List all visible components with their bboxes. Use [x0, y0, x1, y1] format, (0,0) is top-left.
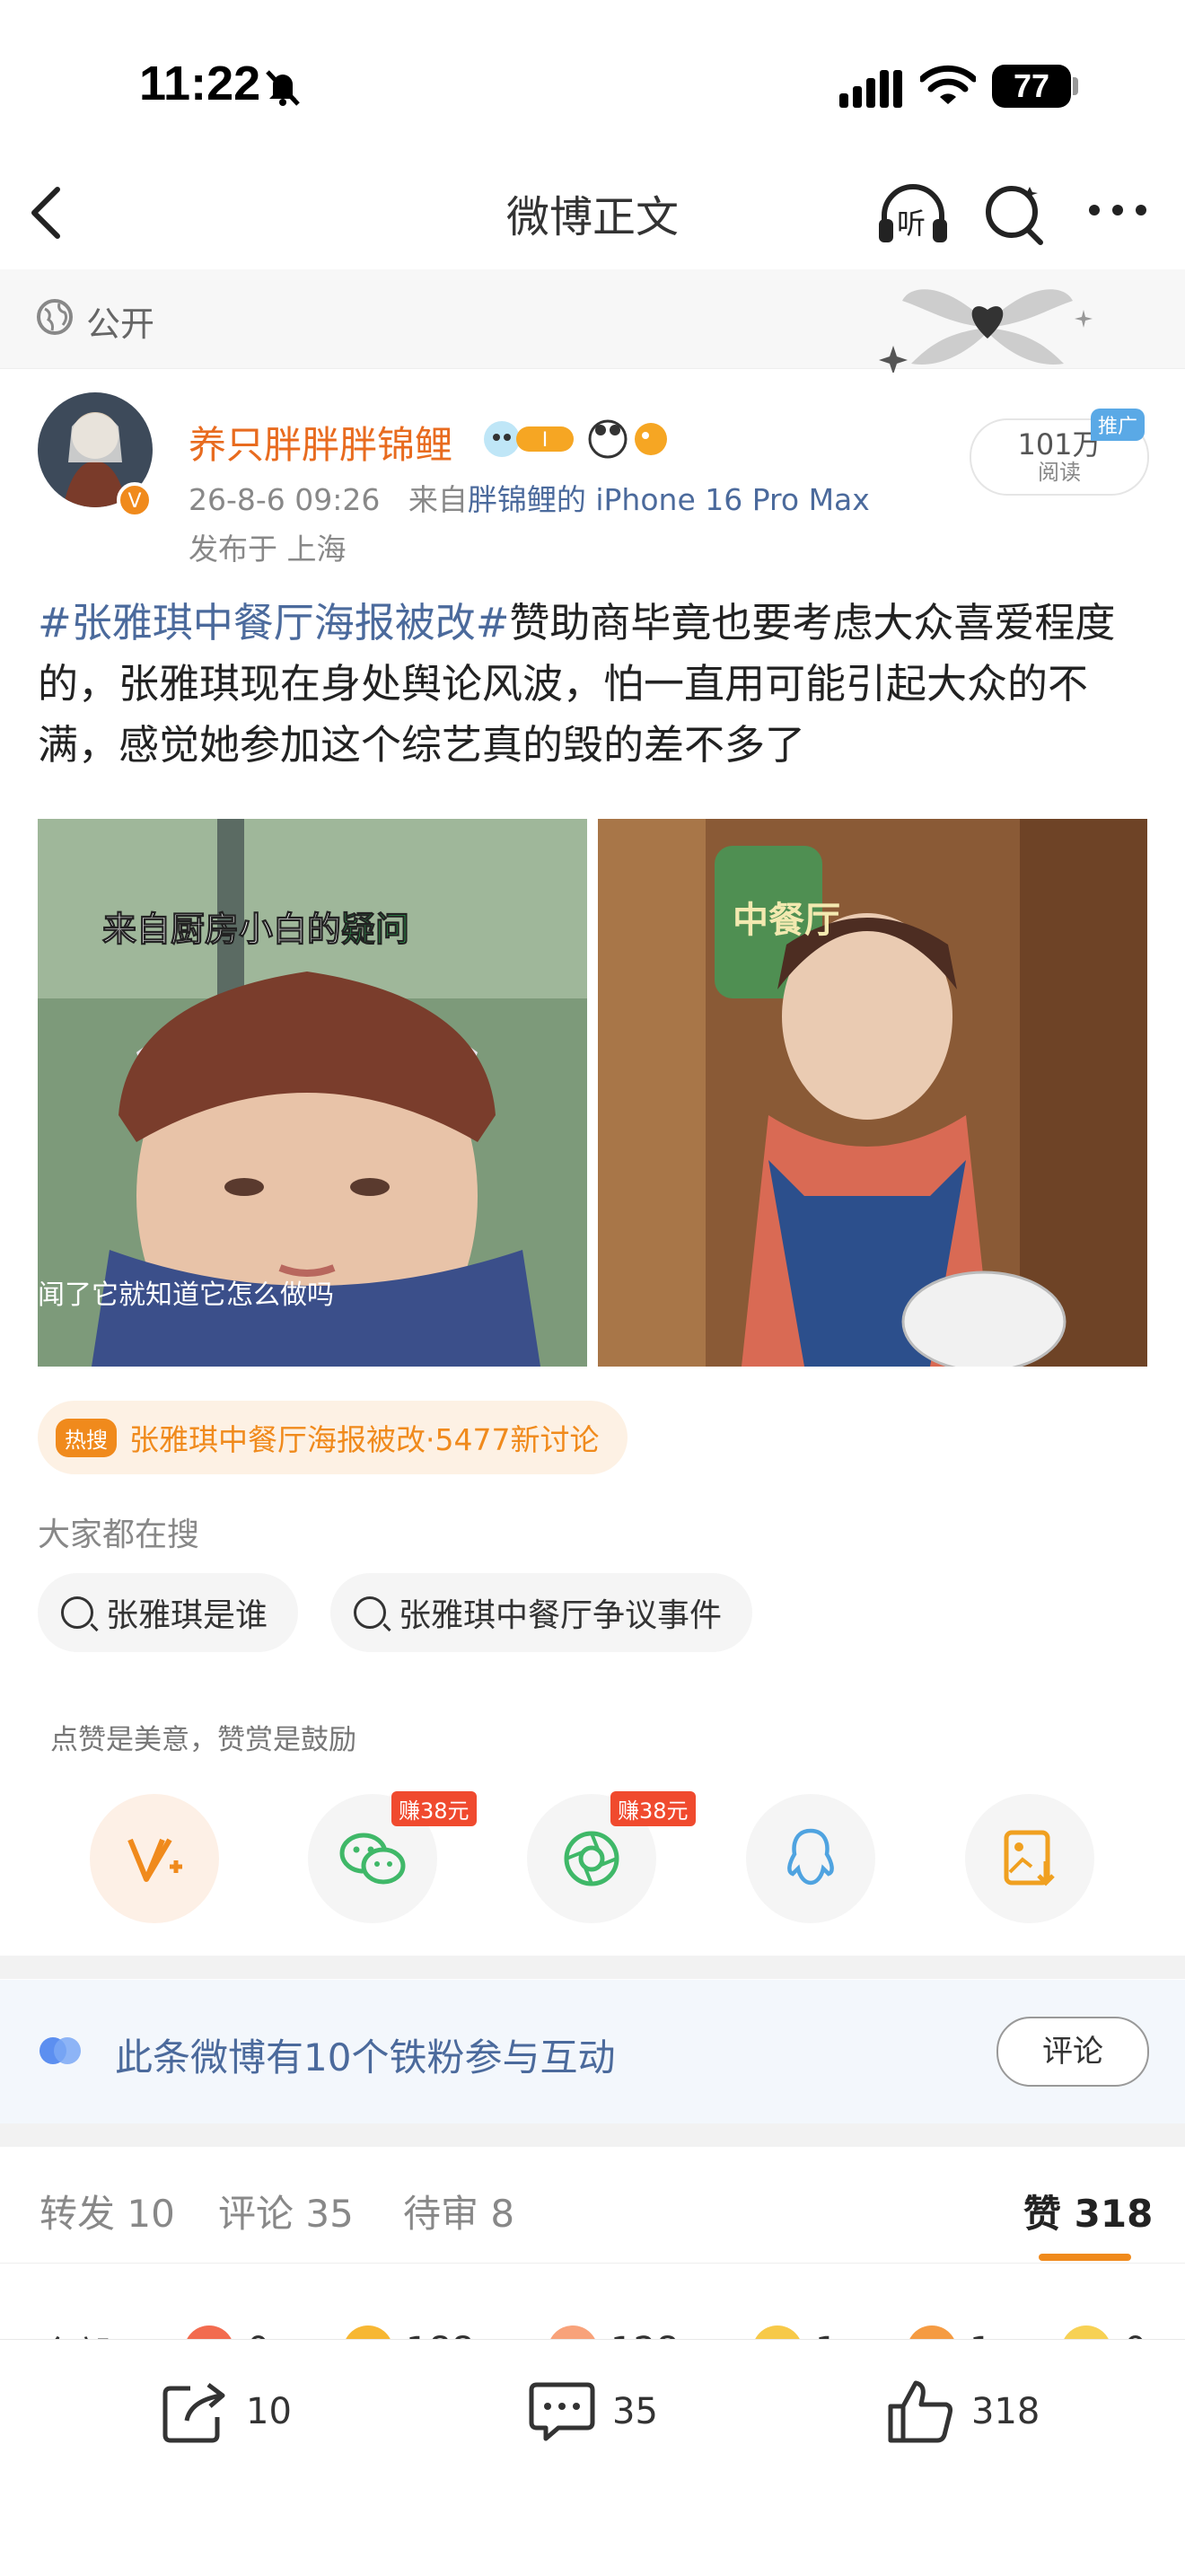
search-icon: [354, 1596, 386, 1629]
image-1-caption: 来自厨房小白的疑问: [101, 901, 410, 951]
save-image-button[interactable]: [965, 1794, 1094, 1923]
post-body: #张雅琪中餐厅海报被改#赞助商毕竟也要考虑大众喜爱程度的，张雅琪现在身处舆论风波…: [38, 593, 1151, 776]
reward-v-plus-icon: [127, 1838, 182, 1882]
wifi-icon: [920, 65, 976, 104]
tab-count: 318: [1074, 2192, 1154, 2236]
post-meta: 26-8-6 09:26 来自胖锦鲤的 iPhone 16 Pro Max: [189, 476, 870, 519]
fans-comment-button[interactable]: 评论: [996, 2017, 1149, 2087]
bell-muted-icon: [266, 70, 300, 106]
fans-icon: [40, 2037, 81, 2064]
search-icon: [61, 1596, 93, 1629]
status-time: 11:22: [139, 57, 261, 110]
tab-count: 10: [127, 2192, 175, 2236]
section-divider: [0, 1956, 1185, 1979]
svg-text:V: V: [127, 490, 141, 513]
promo-badge: 推广: [1091, 409, 1146, 441]
decorative-butterfly-icon: [879, 289, 1093, 373]
section-divider: [0, 2123, 1185, 2147]
post-device[interactable]: 胖锦鲤的 iPhone 16 Pro Max: [468, 482, 870, 517]
tab-count: 8: [490, 2192, 515, 2236]
hot-search-topic: 张雅琪中餐厅海报被改: [129, 1422, 426, 1457]
search-chip-label: 张雅琪中餐厅争议事件: [399, 1597, 723, 1634]
reward-tip: 点赞是美意，赞赏是鼓励: [38, 1715, 369, 1759]
thumbs-up-icon: [888, 2380, 952, 2443]
wechat-icon: [339, 1833, 406, 1885]
post-location: 发布于 上海: [189, 532, 347, 567]
repost-button[interactable]: 10: [162, 2379, 292, 2444]
tab-count: 35: [305, 2192, 354, 2236]
like-button[interactable]: 318: [887, 2379, 1040, 2444]
hot-search-badge: 热搜: [56, 1418, 117, 1457]
user-badges-icon: I: [484, 419, 667, 459]
moments-icon: [564, 1831, 619, 1886]
post-image-2[interactable]: 中餐厅: [598, 819, 1147, 1367]
interaction-tabs: [0, 2146, 1185, 2264]
avatar-image: V: [38, 392, 153, 518]
battery-tip: [1073, 77, 1078, 95]
image-1-subtitle: 闻了它就知道它怎么做吗: [38, 1279, 334, 1311]
image-1-caption-text: 来自厨房小白的: [101, 910, 342, 950]
more-icon[interactable]: [1086, 202, 1149, 218]
save-image-icon: [1004, 1830, 1055, 1886]
fans-banner-text: 此条微博有10个铁粉参与互动: [115, 2035, 616, 2079]
comment-button[interactable]: 35: [528, 2379, 658, 2444]
search-chip[interactable]: 张雅琪是谁: [38, 1573, 299, 1652]
tab-comments[interactable]: 评论 35: [218, 2184, 354, 2238]
search-chip-label: 张雅琪是谁: [106, 1597, 268, 1634]
qq-icon: [787, 1828, 834, 1886]
read-count-label: 阅读: [1038, 460, 1081, 485]
post-hashtag[interactable]: #张雅琪中餐厅海报被改#: [38, 599, 509, 646]
search-section-label: 大家都在搜: [38, 1517, 200, 1553]
tab-reposts[interactable]: 转发 10: [40, 2184, 175, 2238]
svg-text:I: I: [542, 429, 549, 452]
comment-icon: [529, 2382, 595, 2441]
image-1-caption-highlight: 疑问: [341, 910, 410, 950]
like-count: 318: [971, 2391, 1040, 2432]
post-source-prefix: 来自: [408, 482, 468, 517]
repost-icon: [162, 2383, 225, 2443]
bottom-action-bar: [0, 2339, 1185, 2576]
search-chip[interactable]: 张雅琪中餐厅争议事件: [330, 1573, 753, 1652]
status-bar: 11:22 77: [0, 0, 1185, 162]
signal-icon: [839, 70, 902, 108]
listen-button[interactable]: 听: [875, 178, 951, 250]
search-icon[interactable]: [983, 180, 1046, 246]
avatar[interactable]: V: [36, 391, 154, 518]
image-2-graphic: [598, 819, 1147, 1367]
repost-count: 10: [246, 2391, 292, 2432]
tab-label: 待审: [403, 2192, 479, 2236]
post-image-1[interactable]: 来自厨房小白的疑问 闻了它就知道它怎么做吗: [38, 819, 587, 1367]
listen-label: 听: [897, 207, 926, 241]
battery-level: 77: [1013, 67, 1050, 104]
visibility-label: 公开: [86, 304, 155, 344]
comment-count: 35: [612, 2391, 658, 2432]
tab-label: 评论: [218, 2192, 294, 2236]
tab-likes[interactable]: 赞 318: [1023, 2184, 1153, 2238]
tab-label: 转发: [40, 2192, 116, 2236]
tab-label: 赞: [1023, 2192, 1062, 2236]
tab-pending[interactable]: 待审 8: [403, 2184, 514, 2238]
share-qq-button[interactable]: [746, 1794, 875, 1923]
earn-badge: 赚38元: [391, 1791, 477, 1826]
hot-search-pill[interactable]: 热搜 张雅琪中餐厅海报被改 ·5477新讨论: [38, 1401, 628, 1474]
globe-icon: [37, 299, 73, 335]
earn-badge: 赚38元: [610, 1791, 696, 1826]
tab-active-indicator: [1039, 2254, 1131, 2261]
hot-search-count: ·5477新讨论: [426, 1422, 600, 1457]
user-name[interactable]: 养只胖胖胖锦鲤: [189, 415, 452, 470]
post-date: 26-8-6 09:26: [189, 482, 381, 517]
reward-button[interactable]: [90, 1794, 219, 1923]
battery-icon: 77: [992, 65, 1071, 108]
image-2-sign: 中餐厅: [733, 900, 840, 941]
